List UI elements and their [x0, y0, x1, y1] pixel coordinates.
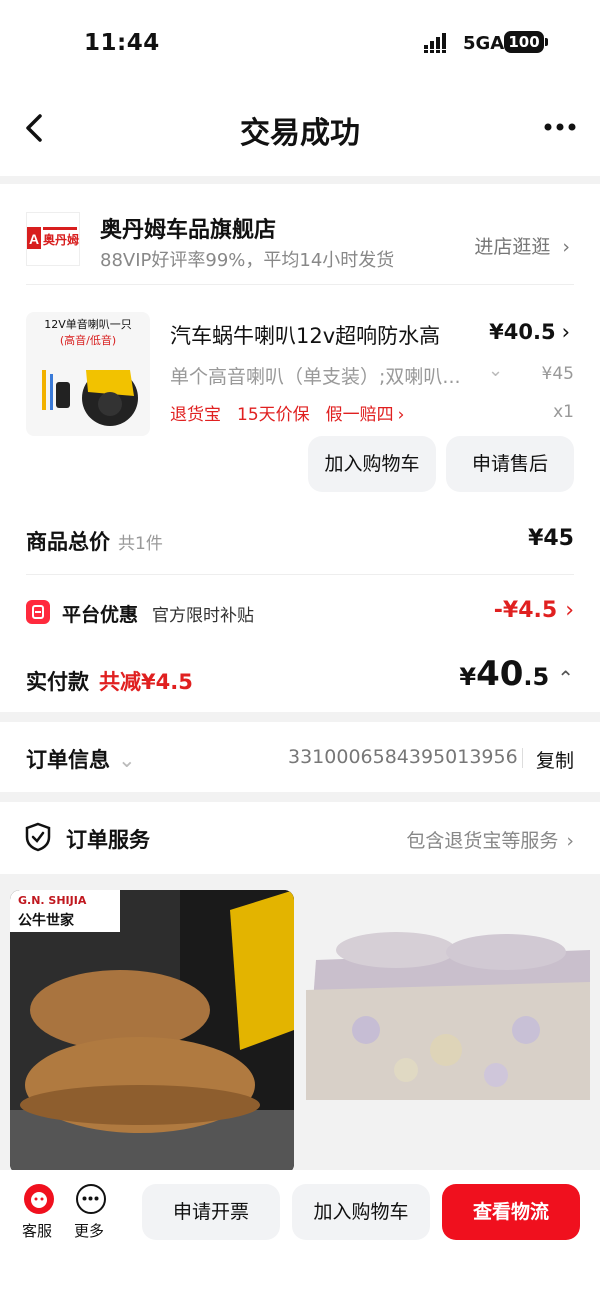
network-type: 5GA	[463, 33, 505, 54]
copy-button[interactable]: 复制	[536, 746, 574, 773]
horn-illustration	[42, 370, 138, 426]
separator	[522, 748, 523, 768]
signal-icon	[424, 33, 446, 53]
chevron-down-icon: ⌄	[118, 748, 136, 772]
status-bar: 11:44 5GA 100	[0, 0, 600, 88]
paid-amount[interactable]: ¥40.5 ⌃	[459, 654, 574, 694]
page-title: 交易成功	[240, 116, 360, 151]
order-card: A 奥丹姆 奥丹姆车品旗舰店 88VIP好评率99%，平均14小时发货 进店逛逛…	[0, 184, 600, 712]
paid-label: 实付款 共减¥4.5	[26, 670, 193, 694]
request-invoice-button[interactable]: 申请开票	[142, 1184, 280, 1240]
customer-service-label[interactable]: 客服	[22, 1220, 52, 1241]
recommend-item-bedding[interactable]	[306, 890, 590, 1174]
svg-text:A: A	[29, 231, 39, 247]
tag-return-insurance: 退货宝	[170, 405, 221, 425]
shop-logo-image: A 奥丹姆	[27, 227, 79, 249]
service-tags[interactable]: 退货宝 15天价保 假一赔四 ›	[170, 400, 420, 425]
recommend-item-shoes[interactable]: G.N. SHIJIA 公牛世家	[10, 890, 294, 1174]
goods-total-label: 商品总价 共1件	[26, 530, 163, 554]
enter-shop-label: 进店逛逛	[474, 236, 551, 258]
bottom-bar: 客服 更多 申请开票 加入购物车 查看物流	[0, 1170, 600, 1304]
chevron-up-icon: ⌃	[557, 666, 574, 690]
goods-total-value: ¥45	[528, 526, 574, 551]
shield-check-icon	[25, 822, 51, 852]
product-price[interactable]: ¥40.5 ›	[489, 320, 570, 344]
chevron-right-icon: ›	[561, 320, 570, 344]
order-service-right: 包含退货宝等服务 ›	[406, 830, 574, 852]
enter-shop-link[interactable]: 进店逛逛 ›	[474, 232, 570, 259]
svg-text:奥丹姆: 奥丹姆	[43, 232, 79, 247]
paid-reduction: 共减¥4.5	[99, 670, 193, 694]
shoe-image	[10, 890, 294, 1174]
order-info-label[interactable]: 订单信息 ⌄	[26, 744, 136, 774]
divider	[26, 284, 574, 285]
product-title[interactable]: 汽车蜗牛喇叭12v超响防水高	[170, 320, 440, 350]
order-service-card[interactable]: 订单服务 包含退货宝等服务 ›	[0, 802, 600, 874]
product-original-price: ¥45	[541, 364, 574, 384]
divider	[26, 574, 574, 575]
nav-bar: 交易成功	[0, 88, 600, 176]
shop-rating: 88VIP好评率99%，平均14小时发货	[100, 250, 395, 271]
bottom-add-cart-button[interactable]: 加入购物车	[292, 1184, 430, 1240]
order-number: 3310006584395013956	[288, 746, 518, 768]
tag-fake-compensation: 假一赔四	[325, 405, 394, 425]
more-options-icon[interactable]	[540, 112, 580, 142]
order-info-card: 订单信息 ⌄ 3310006584395013956 复制	[0, 722, 600, 792]
product-quantity: x1	[553, 402, 574, 422]
brand-label-cn: 公牛世家	[18, 913, 74, 929]
order-service-label: 订单服务	[66, 828, 150, 852]
chevron-right-icon: ›	[566, 830, 574, 852]
platform-discount-label: 平台优惠	[62, 604, 139, 626]
more-label[interactable]: 更多	[74, 1220, 104, 1241]
chevron-down-icon[interactable]: ⌄	[488, 360, 503, 381]
customer-service-icon[interactable]	[24, 1184, 54, 1214]
tag-price-protect: 15天价保	[237, 405, 310, 425]
battery-icon: 100	[504, 31, 544, 53]
more-icon[interactable]	[76, 1184, 106, 1214]
view-logistics-button[interactable]: 查看物流	[442, 1184, 580, 1240]
chevron-right-icon: ›	[565, 598, 574, 623]
shop-logo[interactable]: A 奥丹姆	[26, 212, 80, 266]
goods-count: 共1件	[118, 534, 163, 554]
coupon-icon	[26, 600, 50, 624]
product-image[interactable]: 12V单音喇叭一只 (高音/低音)	[26, 312, 150, 436]
product-spec[interactable]: 单个高音喇叭（单支装）;双喇叭...	[170, 362, 500, 389]
after-sale-button[interactable]: 申请售后	[446, 436, 574, 492]
bedding-image	[306, 890, 590, 1174]
battery-tip	[545, 38, 548, 46]
chevron-right-icon: ›	[562, 236, 570, 258]
platform-discount-sub: 官方限时补贴	[152, 606, 254, 626]
brand-label: G.N. SHIJIA	[18, 894, 87, 907]
status-time: 11:44	[84, 30, 160, 56]
chevron-right-icon: ›	[397, 405, 405, 425]
add-to-cart-button[interactable]: 加入购物车	[308, 436, 436, 492]
shop-name[interactable]: 奥丹姆车品旗舰店	[100, 212, 276, 244]
platform-discount-value[interactable]: -¥4.5 ›	[494, 598, 574, 623]
